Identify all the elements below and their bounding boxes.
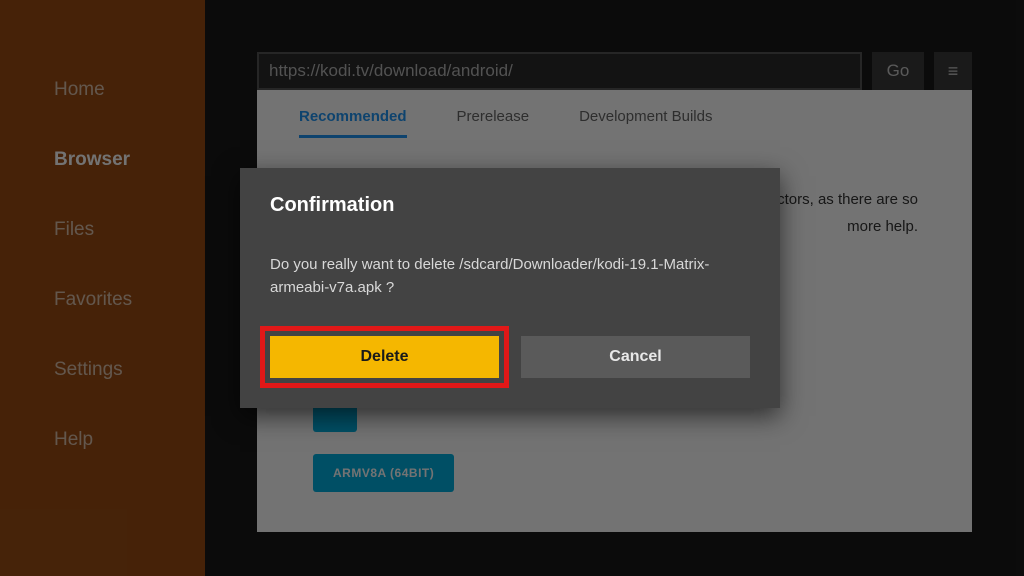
cancel-button[interactable]: Cancel bbox=[521, 336, 750, 378]
delete-button[interactable]: Delete bbox=[270, 336, 499, 378]
delete-button-highlight: Delete bbox=[260, 326, 509, 388]
dialog-message: Do you really want to delete /sdcard/Dow… bbox=[270, 253, 750, 300]
confirmation-dialog: Confirmation Do you really want to delet… bbox=[240, 168, 780, 408]
dialog-title: Confirmation bbox=[270, 194, 750, 217]
dialog-actions: Delete Cancel bbox=[270, 336, 750, 378]
